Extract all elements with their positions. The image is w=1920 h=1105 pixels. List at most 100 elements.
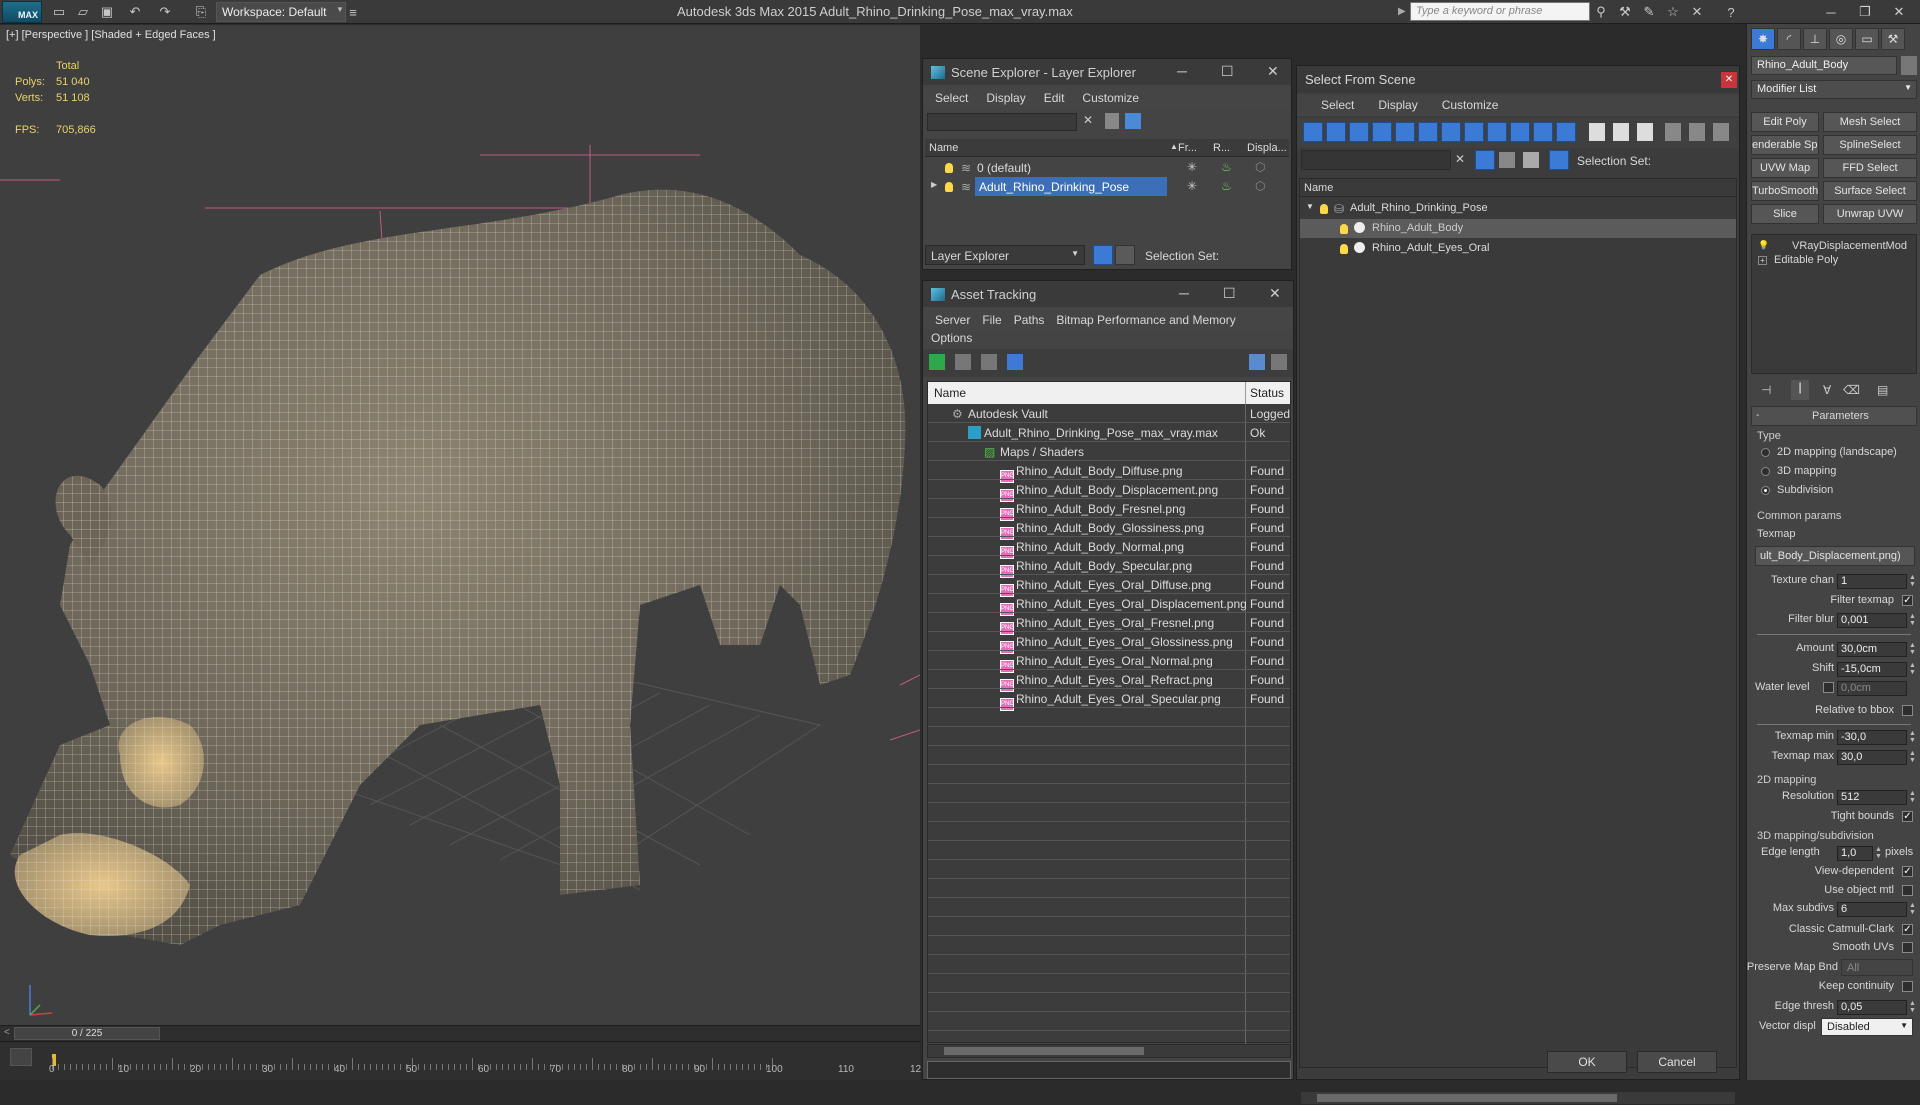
col-frozen[interactable]: Fr...: [1178, 142, 1197, 154]
texture-chan-spinner[interactable]: 1: [1837, 574, 1907, 589]
max-subdivs-spinner[interactable]: 6: [1837, 902, 1907, 917]
containers-filter-icon[interactable]: [1510, 122, 1530, 142]
freeze-icon[interactable]: ✳: [1187, 179, 1197, 193]
spinner-arrows-icon[interactable]: ▲ ▼: [1909, 613, 1917, 628]
use-object-mtl-checkbox[interactable]: [1902, 885, 1913, 896]
pin-stack-icon[interactable]: ⊣: [1761, 383, 1771, 397]
parameters-rollout[interactable]: - Parameters: [1751, 406, 1917, 426]
filter-blur-spinner[interactable]: 0,001: [1837, 613, 1907, 628]
close-icon[interactable]: ✕: [1267, 63, 1279, 80]
shift-spinner[interactable]: -15,0cm: [1837, 662, 1907, 677]
bones-filter-icon[interactable]: [1487, 122, 1507, 142]
close-icon[interactable]: ✕: [1882, 0, 1916, 24]
keep-continuity-checkbox[interactable]: [1902, 981, 1913, 992]
preserve-map-dropdown[interactable]: All: [1841, 959, 1913, 976]
frozen-filter-icon[interactable]: [1533, 122, 1553, 142]
spinner-arrows-icon[interactable]: ▲ ▼: [1909, 1000, 1917, 1015]
collapse-arrow-icon[interactable]: ▼: [1306, 202, 1314, 211]
table-row[interactable]: PNG Rhino_Adult_Eyes_Oral_Displacement.pn…: [928, 594, 1290, 616]
view-dependent-checkbox[interactable]: ✓: [1902, 866, 1913, 877]
spinner-arrows-icon[interactable]: ▲ ▼: [1875, 846, 1883, 861]
save-file-icon[interactable]: ▣: [98, 3, 116, 21]
hierarchy-icon[interactable]: [1549, 150, 1569, 170]
geometry-filter-icon[interactable]: [1303, 122, 1323, 142]
undo-icon[interactable]: ↶: [126, 3, 144, 21]
menu-file[interactable]: File: [982, 313, 1001, 327]
light-bulb-icon[interactable]: [1340, 222, 1353, 236]
stack-item[interactable]: VRayDisplacementMod: [1792, 240, 1907, 252]
spinner-arrows-icon[interactable]: ▲ ▼: [1909, 642, 1917, 657]
render-teapot-icon[interactable]: ♨: [1221, 160, 1232, 174]
invert-display-icon[interactable]: [1637, 123, 1653, 141]
hierarchy-tab-icon[interactable]: ⊥: [1803, 28, 1827, 50]
layer-stack-icon[interactable]: [1523, 152, 1539, 168]
close-icon[interactable]: ✕: [1269, 285, 1281, 302]
prev-frame-icon[interactable]: <: [4, 1027, 10, 1038]
display-none-icon[interactable]: [1613, 123, 1629, 141]
workspace-dropdown[interactable]: Workspace: Default: [216, 2, 346, 22]
tree-row-selected[interactable]: Rhino_Adult_Body: [1300, 219, 1736, 238]
menu-paths[interactable]: Paths: [1014, 313, 1045, 327]
modifier-button[interactable]: UVW Map: [1751, 158, 1819, 178]
scrollbar-thumb[interactable]: [1317, 1094, 1617, 1102]
refresh-icon[interactable]: [929, 354, 945, 370]
type-radio[interactable]: [1761, 448, 1770, 457]
tight-bounds-checkbox[interactable]: ✓: [1902, 811, 1913, 822]
table-row[interactable]: PNG Rhino_Adult_Body_Glossiness.png Found: [928, 518, 1290, 540]
maximize-icon[interactable]: ☐: [1223, 285, 1236, 302]
sort-icon[interactable]: [1689, 123, 1705, 141]
horizontal-scrollbar[interactable]: [1300, 1091, 1736, 1105]
modifier-button[interactable]: SplineSelect: [1823, 135, 1917, 155]
menu-bitmap-performance[interactable]: Bitmap Performance and Memory: [1056, 313, 1235, 327]
asset-path-field[interactable]: [927, 1061, 1291, 1079]
light-bulb-icon[interactable]: [945, 180, 958, 194]
layer-icon[interactable]: [1125, 113, 1141, 129]
spinner-arrows-icon[interactable]: ▲ ▼: [1909, 790, 1917, 805]
table-row[interactable]: PNG Rhino_Adult_Body_Displacement.png Foun…: [928, 480, 1290, 502]
menu-server[interactable]: Server: [935, 313, 970, 327]
modifier-button[interactable]: Slice: [1751, 204, 1819, 224]
table-row[interactable]: ▨ Maps / Shaders: [928, 442, 1290, 461]
settings-icon[interactable]: [1271, 354, 1287, 370]
clear-icon[interactable]: ✕: [1455, 152, 1465, 166]
water-level-spinner[interactable]: 0,0cm: [1837, 681, 1907, 696]
modifier-list-dropdown[interactable]: Modifier List ▼: [1751, 80, 1917, 99]
cancel-button[interactable]: Cancel: [1637, 1051, 1717, 1073]
table-row[interactable]: PNG Rhino_Adult_Eyes_Oral_Glossiness.png F…: [928, 632, 1290, 654]
table-view-icon[interactable]: [1007, 354, 1023, 370]
create-tab-icon[interactable]: ✸: [1751, 28, 1775, 50]
hierarchy-icon[interactable]: [1115, 245, 1135, 265]
table-row[interactable]: PNG Rhino_Adult_Eyes_Oral_Refract.png Foun…: [928, 670, 1290, 692]
layer-row[interactable]: ▶ ≋ Adult_Rhino_Drinking_Pose ✳ ♨ ⬡: [925, 177, 1289, 196]
modifier-button[interactable]: Mesh Select: [1823, 112, 1917, 132]
tree-view-icon[interactable]: [981, 354, 997, 370]
menu-overflow-icon[interactable]: ≡: [344, 3, 362, 21]
amount-spinner[interactable]: 30,0cm: [1837, 642, 1907, 657]
display-box-icon[interactable]: ⬡: [1255, 160, 1265, 174]
modifier-button[interactable]: Unwrap UVW: [1823, 204, 1917, 224]
texmap-button[interactable]: ult_Body_Displacement.png): [1755, 546, 1915, 566]
select-from-scene-titlebar[interactable]: Select From Scene: [1297, 66, 1739, 92]
helpers-filter-icon[interactable]: [1395, 122, 1415, 142]
minimize-icon[interactable]: ─: [1179, 285, 1189, 301]
stack-item[interactable]: Editable Poly: [1774, 254, 1838, 266]
expand-arrow-icon[interactable]: ▶: [931, 180, 937, 189]
filter-icon[interactable]: [1105, 113, 1119, 129]
clear-icon[interactable]: ✕: [1083, 113, 1093, 127]
utilities-tab-icon[interactable]: ⚒: [1881, 28, 1905, 50]
xrefs-filter-icon[interactable]: [1464, 122, 1484, 142]
minimize-icon[interactable]: ─: [1177, 63, 1187, 79]
find-case-icon[interactable]: [1499, 152, 1515, 168]
table-row[interactable]: PNG Rhino_Adult_Eyes_Oral_Specular.png Fou…: [928, 689, 1290, 711]
modifier-button[interactable]: FFD Select: [1823, 158, 1917, 178]
object-name-field[interactable]: Rhino_Adult_Body: [1751, 56, 1897, 75]
light-bulb-icon[interactable]: [1340, 242, 1353, 256]
frame-counter[interactable]: 0 / 225: [14, 1027, 160, 1040]
display-box-icon[interactable]: ⬡: [1255, 179, 1265, 193]
filter-funnel-icon[interactable]: [1665, 123, 1681, 141]
spinner-arrows-icon[interactable]: ▲ ▼: [1909, 750, 1917, 765]
find-input[interactable]: [1301, 150, 1451, 170]
type-radio[interactable]: [1761, 467, 1770, 476]
maximize-icon[interactable]: ☐: [1221, 63, 1234, 80]
scene-explorer-titlebar[interactable]: Scene Explorer - Layer Explorer: [923, 59, 1291, 85]
